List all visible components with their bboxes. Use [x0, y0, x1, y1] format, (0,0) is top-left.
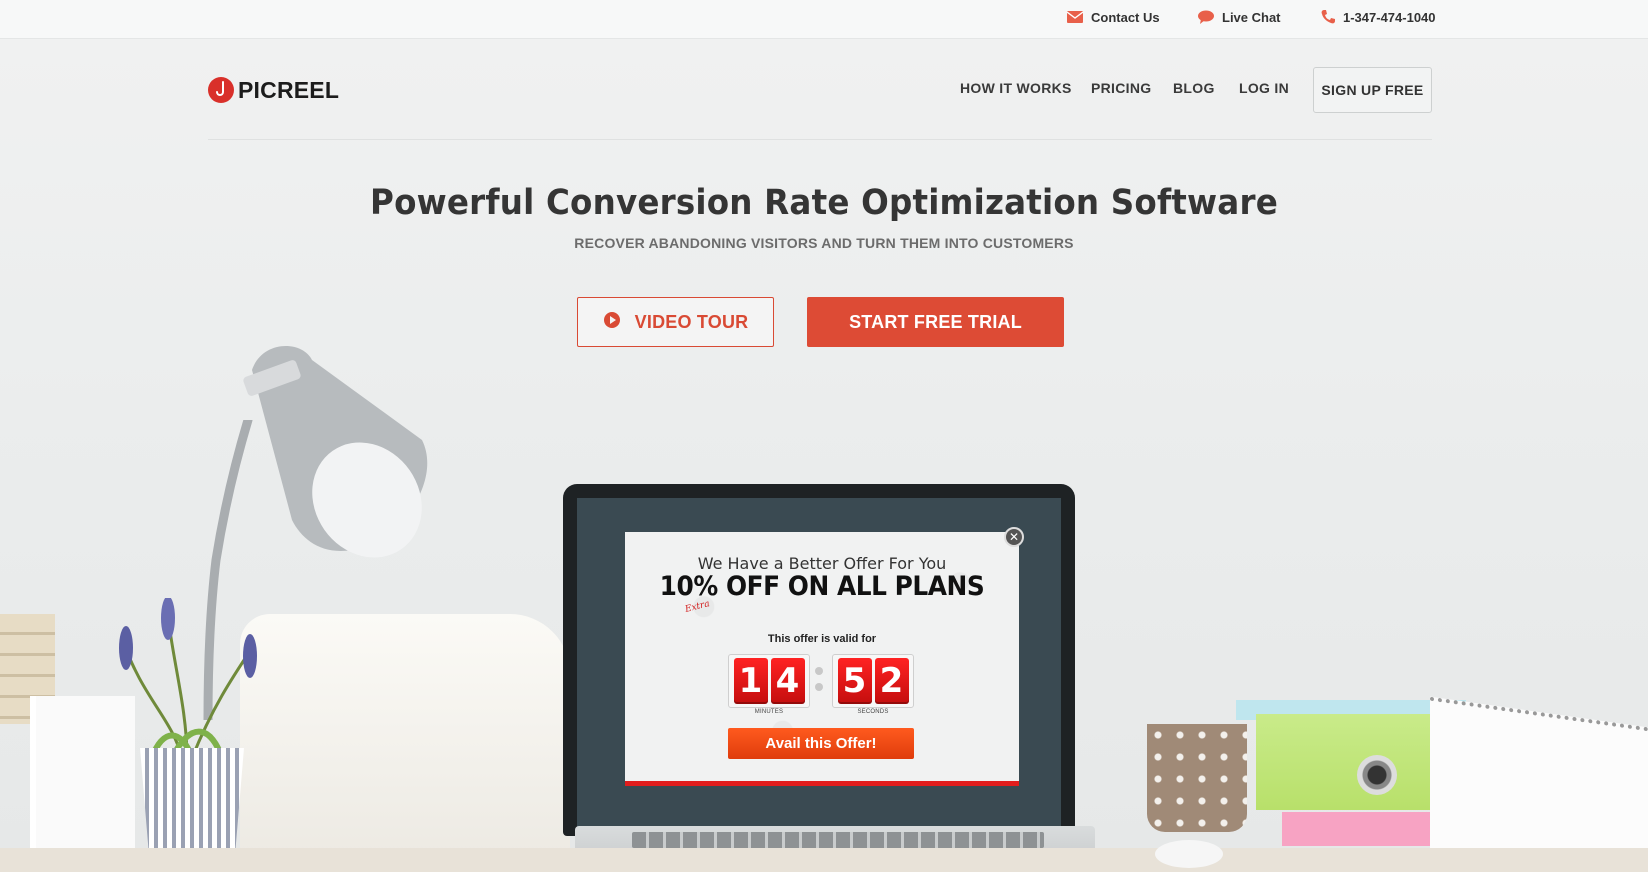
video-tour-label: VIDEO TOUR: [634, 311, 749, 332]
page-headline: Powerful Conversion Rate Optimization So…: [370, 183, 1278, 223]
desk-calendar: [1430, 696, 1648, 872]
timer-digit: 5: [837, 658, 872, 704]
lavender-plant: [119, 598, 257, 758]
minutes-timer: 1 4: [728, 654, 810, 708]
header-divider: [208, 139, 1432, 140]
timer-digit: 4: [770, 658, 805, 704]
desk-surface: [0, 848, 1648, 872]
nav-log-in[interactable]: LOG IN: [1239, 80, 1289, 96]
brand-name: PICREEL: [238, 76, 340, 103]
avail-offer-button[interactable]: Avail this Offer!: [728, 728, 914, 759]
fishhook-logo-icon: [208, 77, 234, 103]
timer-digit: 1: [733, 658, 768, 704]
start-free-trial-button[interactable]: START FREE TRIAL: [807, 297, 1064, 347]
seconds-label: SECONDS: [857, 709, 889, 715]
nav-blog[interactable]: BLOG: [1173, 80, 1215, 96]
minutes-label: MINUTES: [754, 709, 784, 715]
seconds-timer: 5 2: [832, 654, 914, 708]
video-tour-button[interactable]: VIDEO TOUR: [577, 297, 774, 347]
computer-mouse: [1155, 840, 1223, 868]
picreel-logo[interactable]: PICREEL: [208, 76, 339, 104]
laptop-keyboard: [632, 832, 1044, 848]
play-icon: [603, 311, 621, 334]
nav-pricing[interactable]: PRICING: [1091, 80, 1151, 96]
popup-valid-text: This offer is valid for: [767, 633, 877, 645]
popup-close-icon[interactable]: ✕: [1004, 527, 1024, 547]
page-subheadline: RECOVER ABANDONING VISITORS AND TURN THE…: [574, 235, 1074, 251]
sign-up-free-button[interactable]: SIGN UP FREE: [1313, 67, 1432, 113]
polka-dot-mug: [1147, 724, 1247, 832]
nav-how-it-works[interactable]: HOW IT WORKS: [960, 80, 1072, 96]
timer-separator: [815, 667, 823, 693]
desk-lamp-shade: [243, 346, 428, 558]
white-chair: [240, 614, 570, 872]
green-binder: [1256, 714, 1456, 810]
timer-digit: 2: [874, 658, 909, 704]
binder-ring-hole: [1357, 755, 1397, 795]
popup-offer-headline: 10% OFF ON ALL PLANS: [659, 571, 985, 602]
